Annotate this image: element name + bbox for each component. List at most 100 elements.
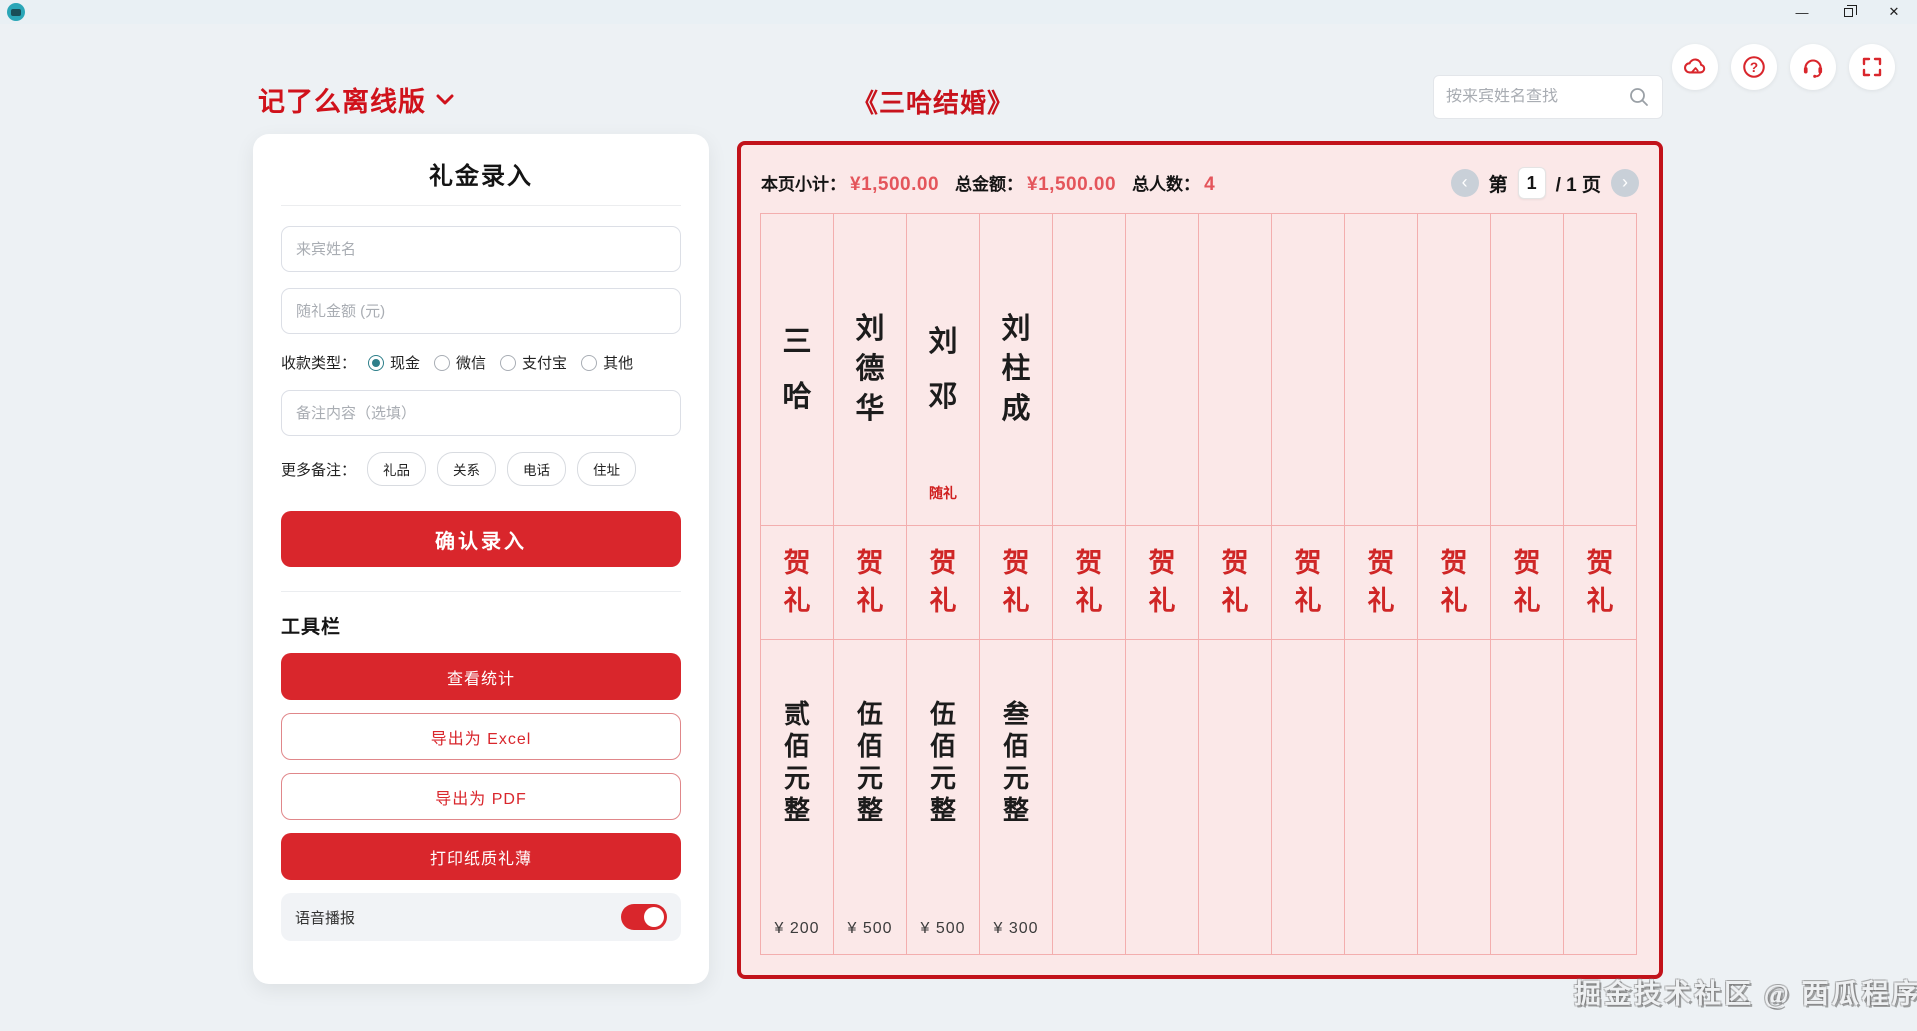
payment-option-微信[interactable]: 微信: [434, 352, 486, 373]
total-amount: 总金额： ¥1,500.00: [955, 174, 1117, 195]
more-notes-row: 更多备注： 礼品 关系 电话 住址: [281, 452, 681, 486]
note-tag-电话[interactable]: 电话: [507, 452, 567, 486]
amount-cell[interactable]: 贰佰元整 ¥ 200: [761, 640, 833, 954]
greeting-cell: 贺礼: [834, 526, 906, 640]
page-prefix: 第: [1488, 174, 1508, 196]
guest-name-cell[interactable]: 刘柱成: [980, 214, 1052, 526]
amount-cell: [1126, 640, 1198, 954]
app-title: 记了么离线版: [258, 87, 426, 117]
payment-option-支付宝[interactable]: 支付宝: [500, 352, 567, 373]
note-tag-礼品[interactable]: 礼品: [367, 452, 427, 486]
gift-amount-field[interactable]: [281, 288, 681, 334]
amount-numeric: ¥ 500: [920, 920, 966, 937]
titlebar: — ✕: [0, 0, 1917, 24]
app-title-dropdown[interactable]: 记了么离线版: [258, 80, 454, 119]
payment-type-row: 收款类型： 现金 微信 支付宝 其他: [281, 352, 681, 373]
close-button[interactable]: ✕: [1871, 0, 1917, 24]
more-notes-label: 更多备注：: [281, 461, 357, 479]
window-controls: — ✕: [1779, 0, 1917, 24]
cloud-icon: [1684, 58, 1706, 74]
voice-toggle[interactable]: [621, 904, 667, 930]
amount-cell[interactable]: 伍佰元整 ¥ 500: [834, 640, 906, 954]
ledger-column: 三哈贺礼贰佰元整 ¥ 200: [761, 214, 834, 954]
greeting-cell: 贺礼: [1564, 526, 1636, 640]
export-excel-button[interactable]: 导出为 Excel: [281, 713, 681, 760]
prev-page-button[interactable]: ‹: [1450, 169, 1479, 197]
ledger-column: 刘柱成贺礼叁佰元整 ¥ 300: [980, 214, 1053, 954]
amount-cell: [1199, 640, 1271, 954]
greeting-cell: 贺礼: [1126, 526, 1198, 640]
ledger-column: 贺礼: [1053, 214, 1126, 954]
panel-title: 礼金录入: [281, 156, 681, 206]
amount-cell[interactable]: 叁佰元整 ¥ 300: [980, 640, 1052, 954]
headset-icon: [1803, 59, 1823, 78]
amount-numeric: ¥ 300: [993, 920, 1039, 937]
search-box: [1433, 75, 1663, 119]
radio-icon[interactable]: [368, 354, 385, 371]
fullscreen-button[interactable]: [1849, 44, 1895, 90]
amount-cell: [1491, 640, 1563, 954]
greeting-cell: 贺礼: [1199, 526, 1271, 640]
next-page-button[interactable]: ›: [1611, 169, 1639, 197]
guest-name-cell: [1418, 214, 1490, 526]
toolbar-title: 工具栏: [281, 617, 342, 638]
page-number-input[interactable]: [1517, 167, 1546, 199]
page-suffix: / 1 页: [1555, 174, 1601, 196]
radio-label: 微信: [456, 355, 487, 372]
ledger-column: 刘邓随礼贺礼伍佰元整 ¥ 500: [907, 214, 980, 954]
print-ledger-button[interactable]: 打印纸质礼薄: [281, 833, 681, 880]
amount-cell: [1345, 640, 1417, 954]
ledger-column: 贺礼: [1272, 214, 1345, 954]
confirm-entry-button[interactable]: 确认录入: [281, 511, 681, 567]
radio-icon[interactable]: [434, 354, 451, 371]
gift-ledger-table: 三哈贺礼贰佰元整 ¥ 200 刘德华贺礼伍佰元整 ¥ 500 刘邓随礼贺礼伍佰元整 ¥ 5…: [760, 213, 1637, 955]
guest-name-cell: [1564, 214, 1636, 526]
export-pdf-button[interactable]: 导出为 PDF: [281, 773, 681, 820]
ledger-panel: 本页小计： ¥1,500.00 总金额： ¥1,500.00 总人数： 4 ‹ …: [737, 141, 1663, 979]
maximize-button[interactable]: [1825, 0, 1871, 24]
pagination: ‹ 第 / 1 页 ›: [1450, 167, 1639, 199]
radio-icon[interactable]: [581, 354, 598, 371]
ledger-column: 刘德华贺礼伍佰元整 ¥ 500: [834, 214, 907, 954]
guest-name-cell[interactable]: 刘邓随礼: [907, 214, 979, 526]
amount-cell: [1564, 640, 1636, 954]
amount-cell: [1053, 640, 1125, 954]
guest-name-cell: [1491, 214, 1563, 526]
header-actions: ?: [1672, 44, 1895, 90]
search-input[interactable]: [1446, 88, 1628, 106]
guest-name-cell[interactable]: 三哈: [761, 214, 833, 526]
note-field[interactable]: [281, 390, 681, 436]
amount-cell[interactable]: 伍佰元整 ¥ 500: [907, 640, 979, 954]
greeting-cell: 贺礼: [1272, 526, 1344, 640]
guest-name-cell: [1126, 214, 1198, 526]
note-tag-住址[interactable]: 住址: [577, 452, 637, 486]
support-button[interactable]: [1790, 44, 1836, 90]
greeting-cell: 贺礼: [1345, 526, 1417, 640]
watermark: 掘金技术社区 @ 西瓜程序猿: [1574, 979, 1917, 1009]
radio-icon[interactable]: [500, 354, 517, 371]
guest-name-cell[interactable]: 刘德华: [834, 214, 906, 526]
cloud-sync-button[interactable]: [1672, 44, 1718, 90]
question-icon: ?: [1743, 56, 1765, 78]
payment-type-label: 收款类型：: [281, 355, 357, 372]
search-icon[interactable]: [1628, 86, 1650, 108]
restore-icon: [1843, 4, 1857, 17]
view-stats-button[interactable]: 查看统计: [281, 653, 681, 700]
minimize-button[interactable]: —: [1779, 0, 1825, 24]
payment-option-其他[interactable]: 其他: [581, 352, 633, 373]
note-tag-关系[interactable]: 关系: [437, 452, 497, 486]
radio-label: 现金: [390, 355, 421, 372]
voice-broadcast-label: 语音播报: [295, 909, 356, 927]
greeting-cell: 贺礼: [1491, 526, 1563, 640]
ledger-stats: 本页小计： ¥1,500.00 总金额： ¥1,500.00 总人数： 4: [761, 170, 1215, 196]
ledger-header: 本页小计： ¥1,500.00 总金额： ¥1,500.00 总人数： 4 ‹ …: [761, 161, 1639, 205]
total-guests: 总人数： 4: [1132, 174, 1216, 195]
payment-option-现金[interactable]: 现金: [368, 352, 420, 373]
ledger-column: 贺礼: [1564, 214, 1636, 954]
amount-numeric: ¥ 200: [774, 920, 820, 937]
guest-name-field[interactable]: [281, 226, 681, 272]
ledger-column: 贺礼: [1491, 214, 1564, 954]
help-button[interactable]: ?: [1731, 44, 1777, 90]
ledger-column: 贺礼: [1199, 214, 1272, 954]
amount-numeric: ¥ 500: [847, 920, 893, 937]
